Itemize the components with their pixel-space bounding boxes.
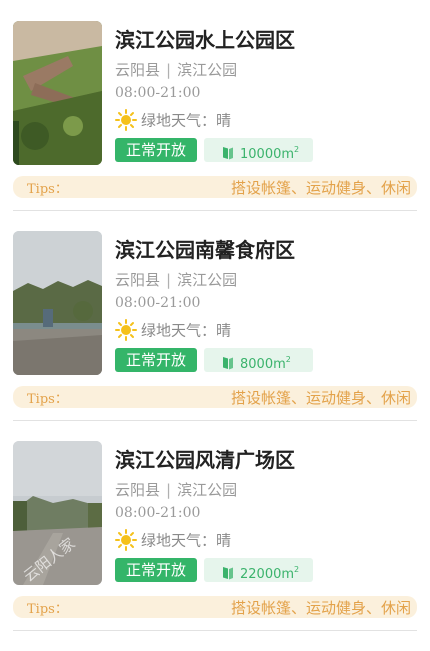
park-photo-image <box>13 231 102 375</box>
weather-info: 绿地天气：晴 <box>115 529 231 551</box>
tips-bar: Tips： 搭设帐篷、运动健身、休闲 <box>13 596 417 618</box>
status-badge: 正常开放 <box>115 138 197 162</box>
county-name: 云阳县 <box>115 61 161 79</box>
opening-hours: 08:00-21:00 <box>115 85 201 101</box>
area-icon <box>223 356 233 369</box>
status-badge: 正常开放 <box>115 348 197 372</box>
park-thumbnail[interactable]: 云阳人家 <box>13 441 102 585</box>
area-icon <box>223 566 233 579</box>
park-card-2[interactable]: 滨江公园南馨食府区 云阳县 | 滨江公园 08:00-21:00 绿地天气：晴 正常… <box>0 231 430 441</box>
sun-icon <box>115 319 137 341</box>
weather-text: 绿地天气：晴 <box>141 531 232 550</box>
location-separator: | <box>166 271 172 289</box>
weather-info: 绿地天气：晴 <box>115 319 231 341</box>
county-name: 云阳县 <box>115 481 161 499</box>
park-location: 云阳县 | 滨江公园 <box>115 59 237 80</box>
location-separator: | <box>166 481 172 499</box>
tips-text: 搭设帐篷、运动健身、休闲 <box>230 389 411 407</box>
area-badge: 8000m2 <box>204 348 313 372</box>
area-number: 10000m <box>240 147 295 162</box>
park-location: 云阳县 | 滨江公园 <box>115 269 237 290</box>
card-divider <box>13 420 417 421</box>
area-number: 8000m <box>240 357 286 372</box>
area-badge: 22000m2 <box>204 558 313 582</box>
tips-text: 搭设帐篷、运动健身、休闲 <box>230 179 411 197</box>
location-separator: | <box>166 61 172 79</box>
park-photo-image <box>13 21 102 165</box>
opening-hours: 08:00-21:00 <box>115 505 201 521</box>
park-thumbnail[interactable] <box>13 231 102 375</box>
tips-text: 搭设帐篷、运动健身、休闲 <box>230 599 411 617</box>
park-card-1[interactable]: 滨江公园水上公园区 云阳县 | 滨江公园 08:00-21:00 绿地天气：晴 正常… <box>0 21 430 231</box>
area-value: 22000m2 <box>240 565 300 582</box>
card-divider <box>13 210 417 211</box>
tips-bar: Tips： 搭设帐篷、运动健身、休闲 <box>13 176 417 198</box>
area-value: 10000m2 <box>240 145 300 162</box>
tips-bar: Tips： 搭设帐篷、运动健身、休闲 <box>13 386 417 408</box>
park-thumbnail[interactable] <box>13 21 102 165</box>
tips-label: Tips： <box>27 182 68 197</box>
status-badge: 正常开放 <box>115 558 197 582</box>
area-unit-superscript: 2 <box>285 355 291 364</box>
card-divider <box>13 630 417 631</box>
park-location: 云阳县 | 滨江公园 <box>115 479 237 500</box>
park-title: 滨江公园南馨食府区 <box>115 238 295 262</box>
tips-label: Tips： <box>27 602 68 617</box>
area-badge: 10000m2 <box>204 138 313 162</box>
tips-label: Tips： <box>27 392 68 407</box>
area-unit-superscript: 2 <box>294 145 300 154</box>
weather-text: 绿地天气：晴 <box>141 321 232 340</box>
park-name: 滨江公园 <box>177 61 238 79</box>
area-unit-superscript: 2 <box>294 565 300 574</box>
park-card-3[interactable]: 云阳人家 滨江公园风清广场区 云阳县 | 滨江公园 08:00-21:00 绿地天气… <box>0 441 430 651</box>
area-icon <box>223 146 233 159</box>
opening-hours: 08:00-21:00 <box>115 295 201 311</box>
county-name: 云阳县 <box>115 271 161 289</box>
area-value: 8000m2 <box>240 355 291 372</box>
park-name: 滨江公园 <box>177 481 238 499</box>
park-title: 滨江公园水上公园区 <box>115 28 295 52</box>
park-title: 滨江公园风清广场区 <box>115 448 295 472</box>
area-number: 22000m <box>240 567 295 582</box>
sun-icon <box>115 109 137 131</box>
weather-info: 绿地天气：晴 <box>115 109 231 131</box>
sun-icon <box>115 529 137 551</box>
weather-text: 绿地天气：晴 <box>141 111 232 130</box>
park-name: 滨江公园 <box>177 271 238 289</box>
